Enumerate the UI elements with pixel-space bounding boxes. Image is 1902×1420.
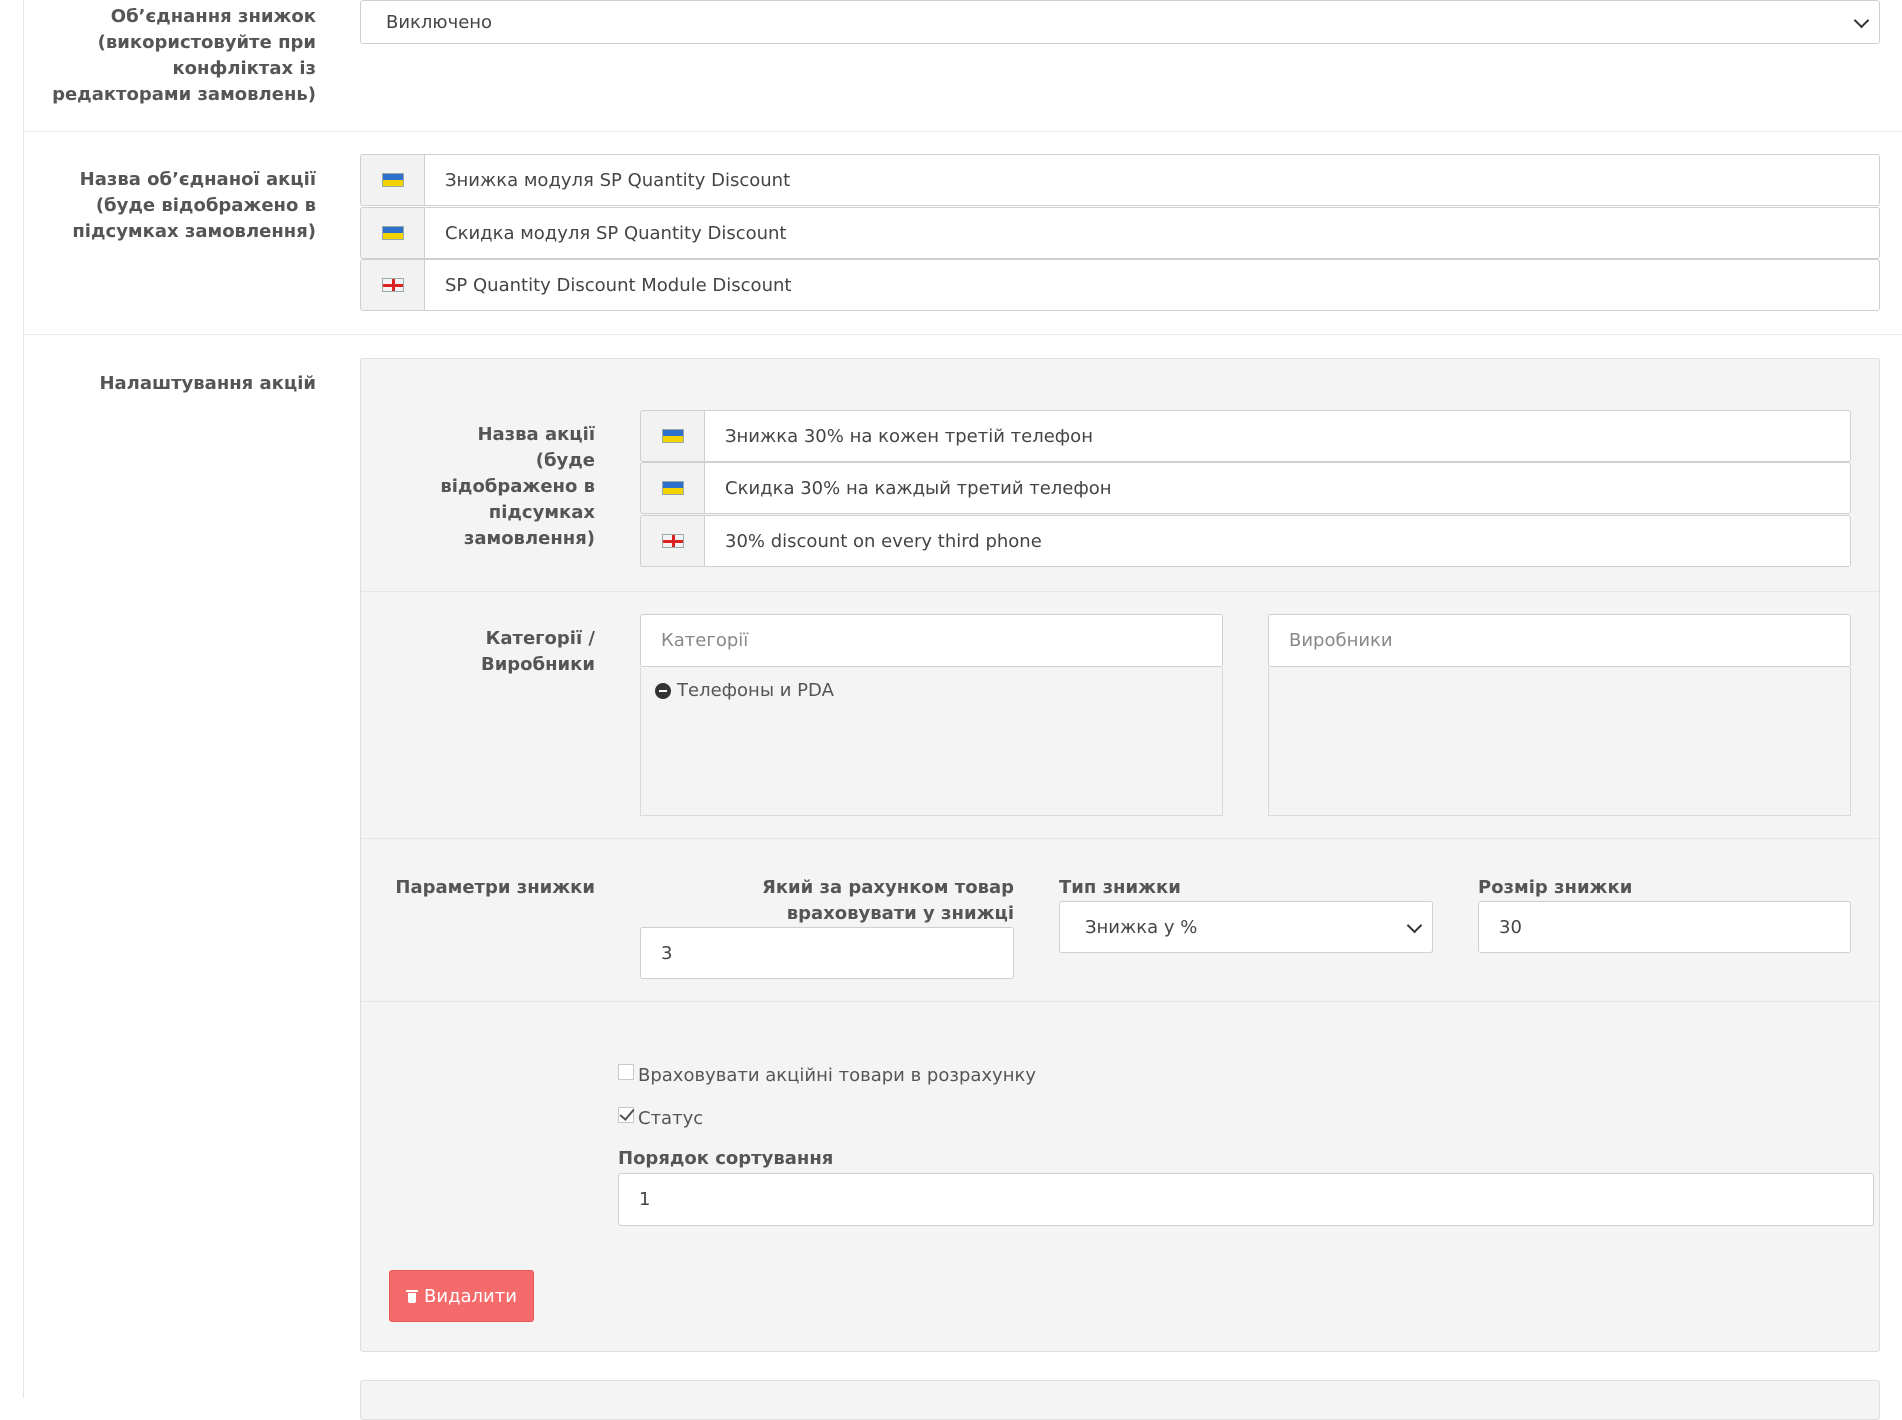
sort-order-label: Порядок сортування bbox=[618, 1148, 834, 1169]
status-checkbox[interactable] bbox=[618, 1106, 634, 1123]
merge-discounts-select[interactable]: Виключено bbox=[360, 0, 1880, 44]
discount-params-label: Параметри знижки bbox=[395, 877, 595, 898]
ua-flag-addon bbox=[640, 410, 704, 462]
categories-label: Категорії / Виробники bbox=[480, 628, 595, 675]
delete-button[interactable]: Видалити bbox=[389, 1270, 534, 1322]
discount-size-input[interactable]: 30 bbox=[1478, 901, 1851, 953]
item-number-label: Який за рахунком товар враховувати у зни… bbox=[761, 877, 1014, 924]
category-item[interactable]: Телефоны и PDA bbox=[655, 680, 834, 701]
status-label: Статус bbox=[638, 1108, 704, 1129]
divider bbox=[361, 838, 1879, 839]
merge-discounts-value: Виключено bbox=[386, 11, 493, 33]
merged-name-input-en[interactable]: SP Quantity Discount Module Discount bbox=[424, 259, 1880, 311]
discount-type-value: Знижка у % bbox=[1085, 916, 1198, 938]
merged-name-input-ru[interactable]: Скидка модуля SP Quantity Discount bbox=[424, 207, 1880, 259]
remove-category-icon[interactable] bbox=[655, 682, 671, 699]
status-row[interactable]: Статус bbox=[618, 1106, 704, 1129]
ua-flag-icon bbox=[661, 429, 684, 443]
merged-name-label: Назва об’єднаної акції (буде відображено… bbox=[72, 169, 316, 242]
promo-settings-label: Налаштування акцій bbox=[99, 373, 316, 394]
promo-name-input-ru[interactable]: Скидка 30% на каждый третий телефон bbox=[704, 462, 1851, 514]
merged-name-row-ua: Знижка модуля SP Quantity Discount bbox=[360, 154, 1880, 206]
include-promo-checkbox[interactable] bbox=[618, 1063, 634, 1080]
divider bbox=[24, 131, 1902, 132]
merged-name-row-en: SP Quantity Discount Module Discount bbox=[360, 259, 1880, 311]
merged-name-input-ua[interactable]: Знижка модуля SP Quantity Discount bbox=[424, 154, 1880, 206]
next-promo-panel bbox=[360, 1380, 1880, 1420]
item-number-input[interactable]: 3 bbox=[640, 927, 1014, 979]
manufacturers-list bbox=[1268, 667, 1851, 816]
sort-order-input[interactable]: 1 bbox=[618, 1173, 1874, 1226]
divider bbox=[361, 1001, 1879, 1002]
ua-flag-icon bbox=[381, 173, 404, 187]
ua-flag-addon bbox=[640, 462, 704, 514]
ua-flag-icon bbox=[381, 226, 404, 240]
manufacturers-search-input[interactable]: Виробники bbox=[1268, 614, 1851, 667]
discount-type-label: Тип знижки bbox=[1059, 877, 1181, 898]
trash-icon bbox=[406, 1289, 419, 1303]
category-item-label: Телефоны и PDA bbox=[677, 680, 834, 701]
include-promo-label: Враховувати акційні товари в розрахунку bbox=[638, 1065, 1036, 1086]
discount-size-label: Розмір знижки bbox=[1478, 877, 1633, 898]
promo-name-row-en: 30% discount on every third phone bbox=[640, 515, 1851, 567]
page-left-border bbox=[23, 0, 24, 1398]
en-flag-addon bbox=[360, 259, 424, 311]
promo-name-row-ua: Знижка 30% на кожен третій телефон bbox=[640, 410, 1851, 462]
delete-button-label: Видалити bbox=[424, 1285, 517, 1307]
ua-flag-addon bbox=[360, 154, 424, 206]
divider bbox=[24, 334, 1902, 335]
categories-search-input[interactable]: Категорії bbox=[640, 614, 1223, 667]
discount-type-select[interactable]: Знижка у % bbox=[1059, 901, 1433, 953]
include-promo-row[interactable]: Враховувати акційні товари в розрахунку bbox=[618, 1063, 1036, 1086]
en-flag-icon bbox=[381, 278, 404, 292]
en-flag-icon bbox=[661, 534, 684, 548]
ua-flag-addon bbox=[360, 207, 424, 259]
chevron-down-icon bbox=[1406, 917, 1423, 934]
merge-discounts-label: Об’єднання знижок (використовуйте при ко… bbox=[52, 6, 316, 105]
chevron-down-icon bbox=[1853, 12, 1870, 29]
merged-name-row-ru: Скидка модуля SP Quantity Discount bbox=[360, 207, 1880, 259]
en-flag-addon bbox=[640, 515, 704, 567]
promo-name-input-en[interactable]: 30% discount on every third phone bbox=[704, 515, 1851, 567]
divider bbox=[361, 591, 1879, 592]
promo-name-row-ru: Скидка 30% на каждый третий телефон bbox=[640, 462, 1851, 514]
ua-flag-icon bbox=[661, 481, 684, 495]
promo-name-input-ua[interactable]: Знижка 30% на кожен третій телефон bbox=[704, 410, 1851, 462]
promo-name-label: Назва акції (буде відображено в підсумка… bbox=[440, 424, 595, 549]
